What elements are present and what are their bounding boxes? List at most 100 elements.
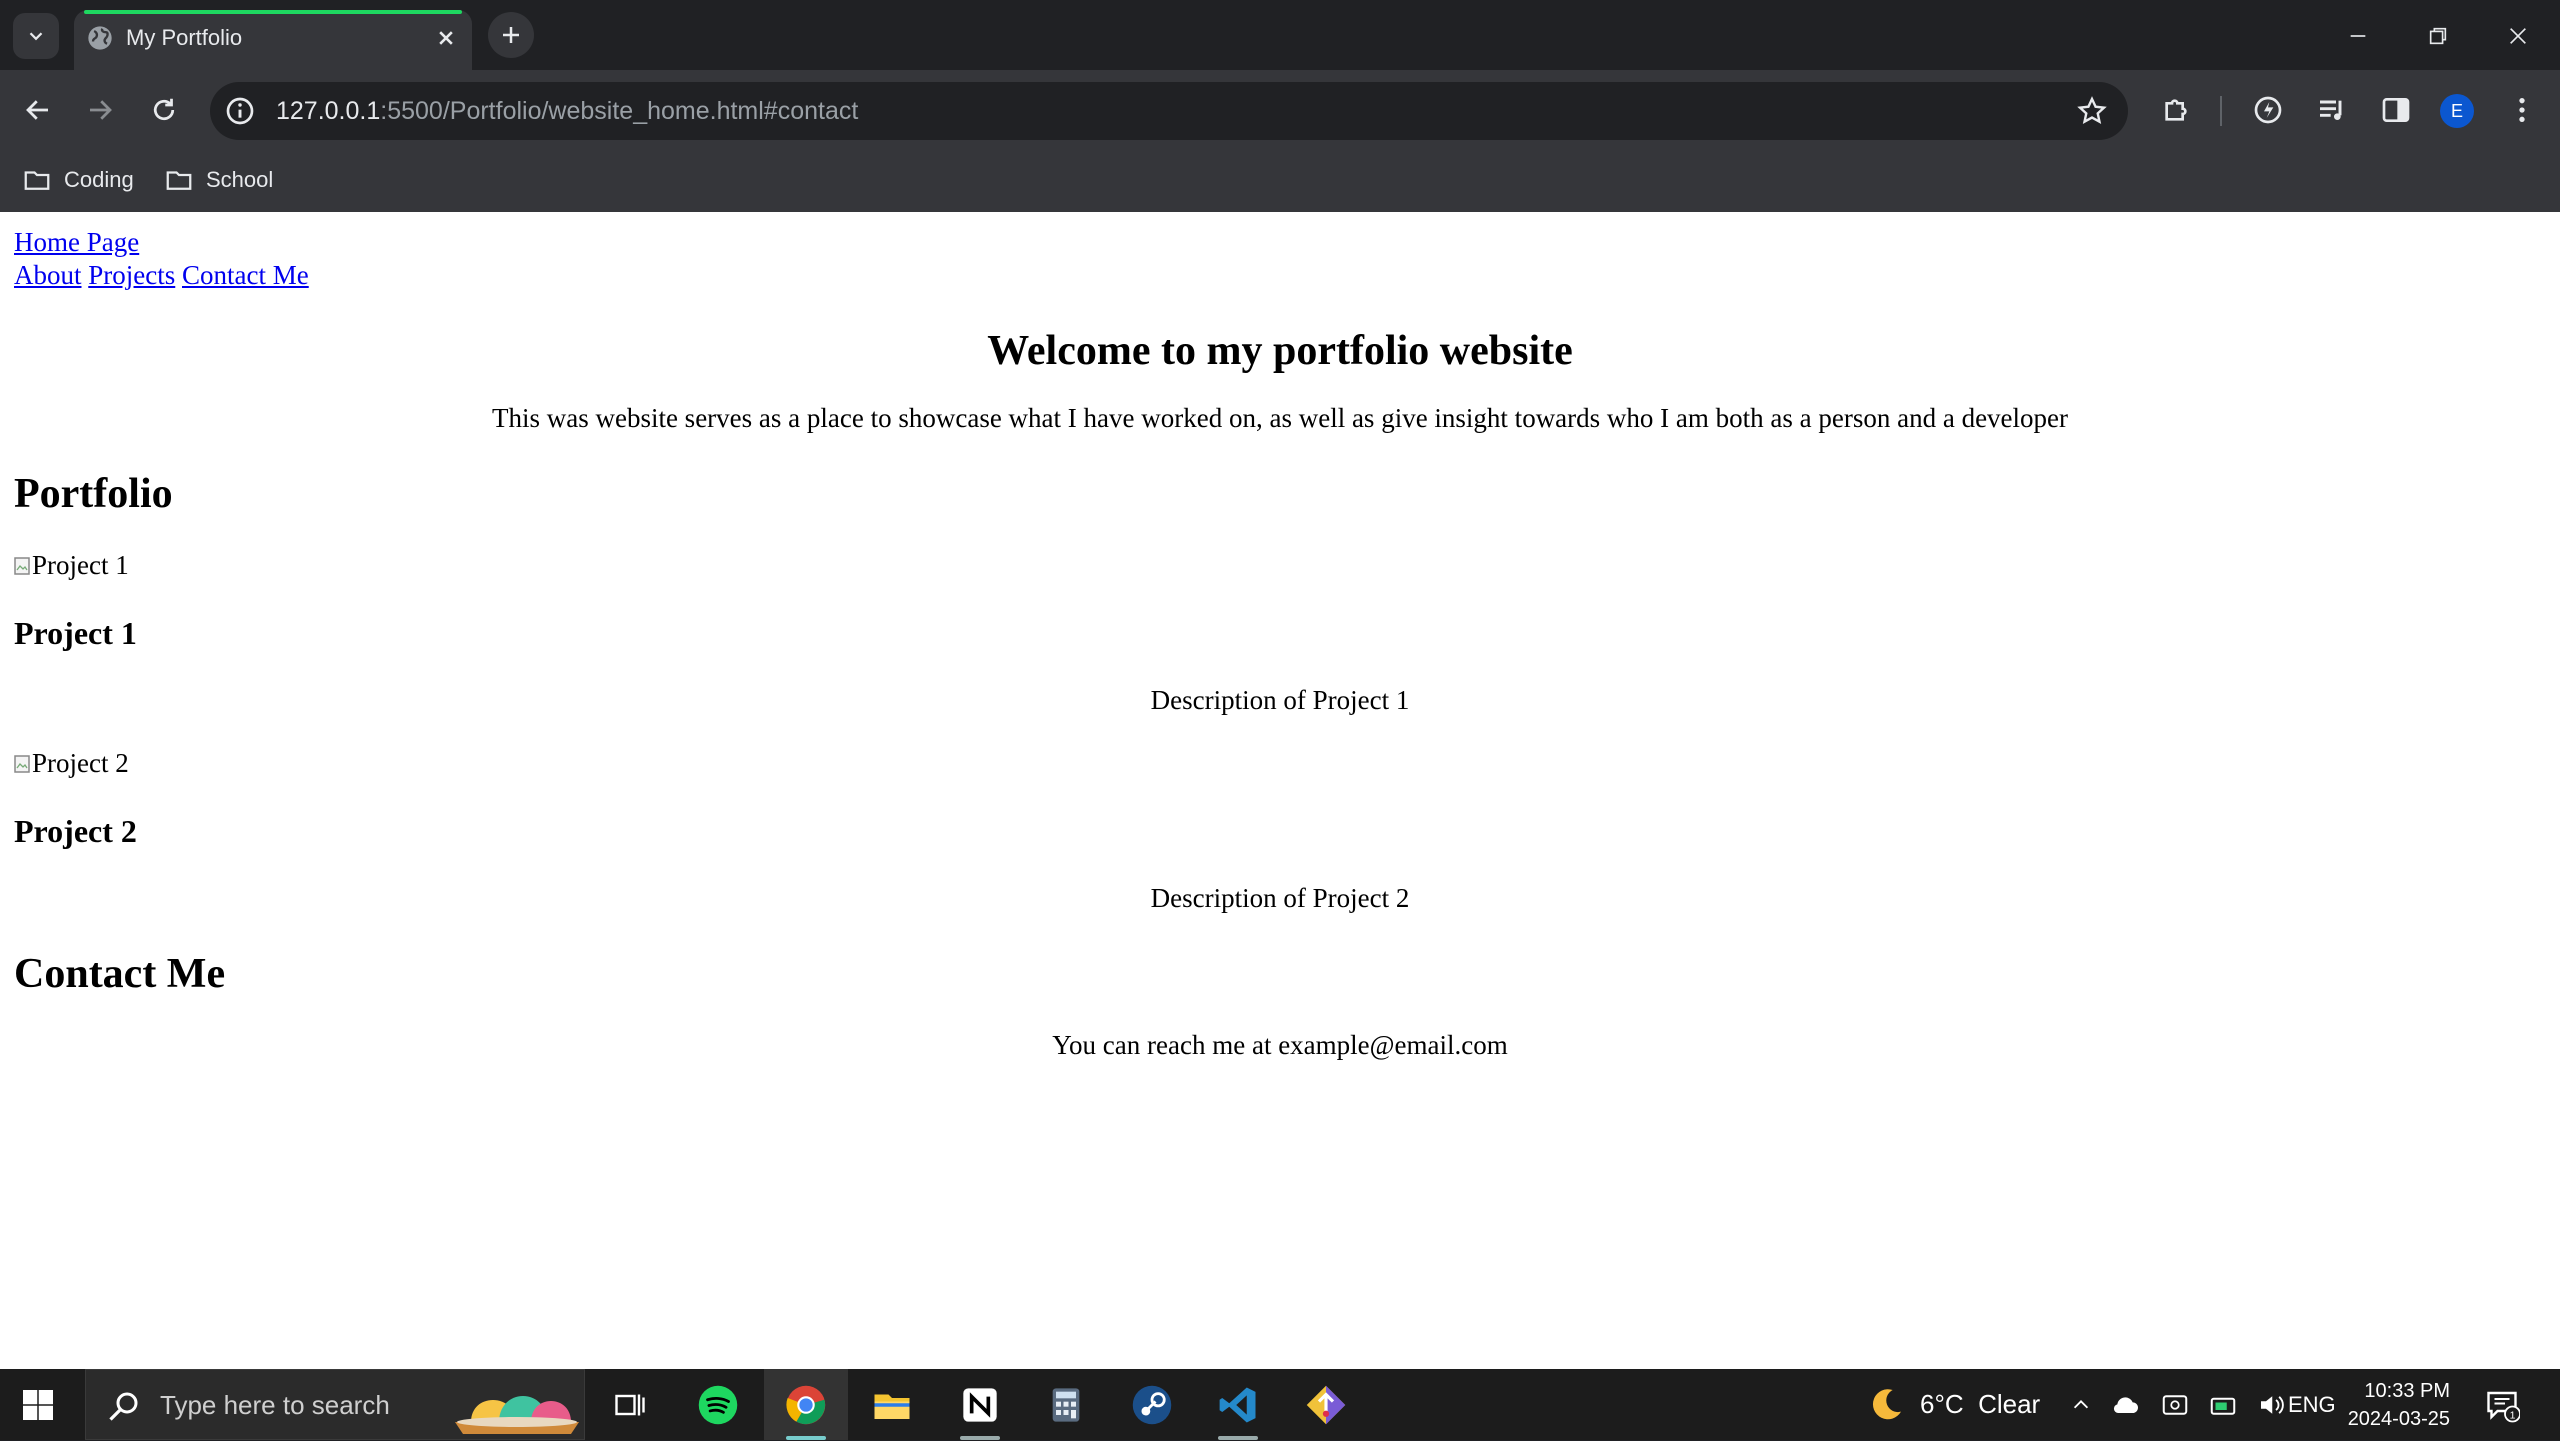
section-nav: About Projects Contact Me bbox=[14, 259, 2546, 292]
project-description: Description of Project 1 bbox=[1150, 685, 1410, 715]
weather-widget[interactable]: 6°C Clear bbox=[1866, 1369, 2040, 1440]
system-tray bbox=[2070, 1369, 2286, 1440]
info-icon[interactable] bbox=[224, 95, 256, 127]
taskbar-git-tool[interactable] bbox=[1284, 1369, 1368, 1440]
tab-title: My Portfolio bbox=[126, 25, 243, 50]
spotify-icon bbox=[698, 1385, 738, 1424]
restore-button[interactable] bbox=[2416, 14, 2460, 58]
clock[interactable]: 10:33 PM 2024-03-25 bbox=[2340, 1377, 2450, 1433]
about-link[interactable]: About bbox=[14, 260, 82, 290]
running-indicator bbox=[960, 1436, 1000, 1440]
notion-icon bbox=[963, 1387, 997, 1422]
intro-paragraph: This was website serves as a place to sh… bbox=[491, 403, 2069, 433]
side-panel-icon bbox=[2382, 98, 2410, 122]
minimize-icon bbox=[2350, 35, 2366, 37]
tab-my-portfolio[interactable]: My Portfolio bbox=[74, 10, 472, 70]
address-bar[interactable]: 127.0.0.1:5500/Portfolio/website_home.ht… bbox=[210, 82, 2128, 140]
side-panel-button[interactable] bbox=[2374, 88, 2418, 132]
portfolio-heading: Portfolio bbox=[14, 471, 173, 517]
broken-image-icon bbox=[14, 556, 30, 575]
close-window-button[interactable] bbox=[2496, 14, 2540, 58]
taskbar-calculator[interactable] bbox=[1024, 1369, 1108, 1440]
windows-taskbar: Type here to search 6°C Clear ENG 10:33 … bbox=[0, 1369, 2560, 1440]
project-card: Project 1 Project 1 Description of Proje… bbox=[14, 519, 2546, 717]
reload-button[interactable] bbox=[142, 88, 186, 132]
contact-link[interactable]: Contact Me bbox=[182, 260, 309, 290]
chevron-up-icon[interactable] bbox=[2070, 1394, 2092, 1416]
task-view-icon bbox=[615, 1394, 645, 1415]
broken-image-icon bbox=[14, 754, 30, 773]
tab-loading-bar bbox=[84, 10, 462, 14]
back-button[interactable] bbox=[16, 88, 60, 132]
url-text: 127.0.0.1:5500/Portfolio/website_home.ht… bbox=[276, 82, 858, 140]
contact-heading: Contact Me bbox=[14, 951, 226, 997]
forward-button[interactable] bbox=[78, 88, 122, 132]
playlist-icon bbox=[2320, 100, 2342, 120]
extensions-button[interactable] bbox=[2154, 88, 2198, 132]
chevron-down-icon bbox=[29, 32, 43, 41]
close-icon[interactable] bbox=[432, 24, 460, 52]
url-host: 127.0.0.1 bbox=[276, 97, 381, 125]
taskbar-chrome[interactable] bbox=[764, 1369, 848, 1440]
language-indicator[interactable]: ENG bbox=[2288, 1369, 2336, 1440]
running-indicator bbox=[1218, 1436, 1258, 1440]
tab-search-button[interactable] bbox=[13, 13, 59, 59]
taskbar-steam[interactable] bbox=[1110, 1369, 1194, 1440]
search-placeholder: Type here to search bbox=[160, 1390, 390, 1420]
folder-icon bbox=[166, 171, 192, 190]
taskbar-task-view[interactable] bbox=[588, 1369, 672, 1440]
close-icon bbox=[2510, 28, 2526, 44]
search-highlight-art bbox=[455, 1396, 579, 1434]
home-page-link[interactable]: Home Page bbox=[14, 227, 139, 257]
project-description: Description of Project 2 bbox=[1150, 883, 1410, 913]
plus-icon bbox=[503, 27, 519, 43]
projects-link[interactable]: Projects bbox=[88, 260, 175, 290]
contact-text: You can reach me at example@email.com bbox=[1052, 1030, 1508, 1060]
volume-icon[interactable] bbox=[2256, 1390, 2286, 1420]
url-path: :5500/Portfolio/website_home.html#contac… bbox=[380, 97, 859, 125]
bolt-circle-icon bbox=[2254, 96, 2282, 124]
minimize-button[interactable] bbox=[2336, 14, 2380, 58]
browser-menu-button[interactable] bbox=[2500, 88, 2544, 132]
windows-start-icon[interactable] bbox=[20, 1387, 56, 1423]
chrome-icon bbox=[786, 1385, 826, 1424]
star-icon[interactable] bbox=[2076, 95, 2108, 127]
weather-text: 6°C Clear bbox=[1920, 1389, 2041, 1419]
home-nav: Home Page bbox=[14, 226, 2546, 259]
file-explorer-icon bbox=[874, 1394, 910, 1419]
toolbar-divider bbox=[2220, 96, 2222, 126]
taskbar-search-box[interactable]: Type here to search bbox=[85, 1369, 585, 1440]
vscode-icon bbox=[1219, 1387, 1256, 1422]
puzzle-icon bbox=[2165, 99, 2187, 121]
taskbar-spotify[interactable] bbox=[676, 1369, 760, 1440]
restore-icon bbox=[2429, 27, 2447, 45]
project-card: Project 2 Project 2 Description of Proje… bbox=[14, 717, 2546, 915]
clock-date: 2024-03-25 bbox=[2347, 1408, 2450, 1430]
bookmark-folder-coding[interactable]: Coding bbox=[22, 160, 134, 200]
new-tab-button[interactable] bbox=[488, 12, 534, 58]
device-icon[interactable] bbox=[2160, 1390, 2190, 1420]
image-alt-text: Project 2 bbox=[32, 748, 129, 778]
network-icon[interactable] bbox=[2208, 1390, 2238, 1420]
more-vertical-icon bbox=[2519, 98, 2525, 122]
web-page: Home Page About Projects Contact Me Welc… bbox=[0, 212, 2560, 1369]
taskbar-file-explorer[interactable] bbox=[850, 1369, 934, 1440]
bookmark-label: School bbox=[206, 167, 274, 192]
project-image-broken: Project 2 bbox=[14, 747, 129, 780]
media-controls-button[interactable] bbox=[2310, 88, 2354, 132]
cloud-icon[interactable] bbox=[2110, 1389, 2142, 1421]
calculator-icon bbox=[1052, 1387, 1080, 1422]
extension-button[interactable] bbox=[2246, 88, 2290, 132]
bookmarks-bar: Coding School bbox=[0, 150, 2560, 213]
taskbar-notion[interactable] bbox=[938, 1369, 1022, 1440]
globe-icon bbox=[88, 26, 112, 50]
profile-avatar[interactable]: E bbox=[2440, 94, 2474, 128]
taskbar-vscode[interactable] bbox=[1196, 1369, 1280, 1440]
search-icon bbox=[109, 1392, 138, 1421]
folder-icon bbox=[24, 171, 50, 190]
steam-icon bbox=[1132, 1385, 1172, 1424]
bookmark-folder-school[interactable]: School bbox=[164, 160, 273, 200]
project-title: Project 2 bbox=[14, 813, 137, 849]
notification-icon[interactable]: 1 bbox=[2484, 1387, 2520, 1423]
clock-time: 10:33 PM bbox=[2364, 1380, 2450, 1402]
